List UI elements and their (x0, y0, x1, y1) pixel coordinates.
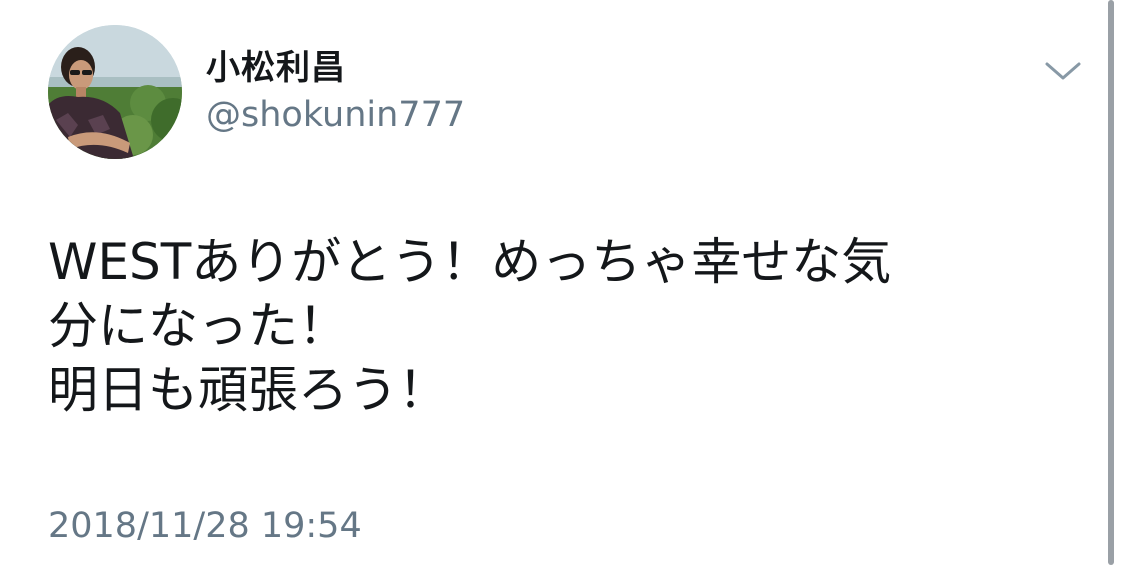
vertical-scrollbar[interactable] (1108, 0, 1114, 565)
tweet-text-line: 明日も頑張ろう！ (48, 361, 448, 419)
tweet-timestamp[interactable]: 2018/11/28 19:54 (48, 505, 362, 547)
tweet-card: 小松利昌 @shokunin777 WESTありがとう！めっちゃ幸せな気 分にな… (0, 0, 1125, 565)
avatar-photo-icon (48, 25, 182, 159)
user-display-name[interactable]: 小松利昌 (206, 46, 346, 90)
chevron-down-icon[interactable] (1042, 56, 1084, 86)
tweet-text-line: 分になった！ (48, 297, 348, 355)
user-handle[interactable]: @shokunin777 (206, 95, 465, 135)
tweet-text: WESTありがとう！めっちゃ幸せな気 分になった！ 明日も頑張ろう！ (48, 230, 1088, 422)
user-avatar[interactable] (48, 25, 182, 159)
tweet-text-line: WESTありがとう！めっちゃ幸せな気 (48, 233, 892, 291)
